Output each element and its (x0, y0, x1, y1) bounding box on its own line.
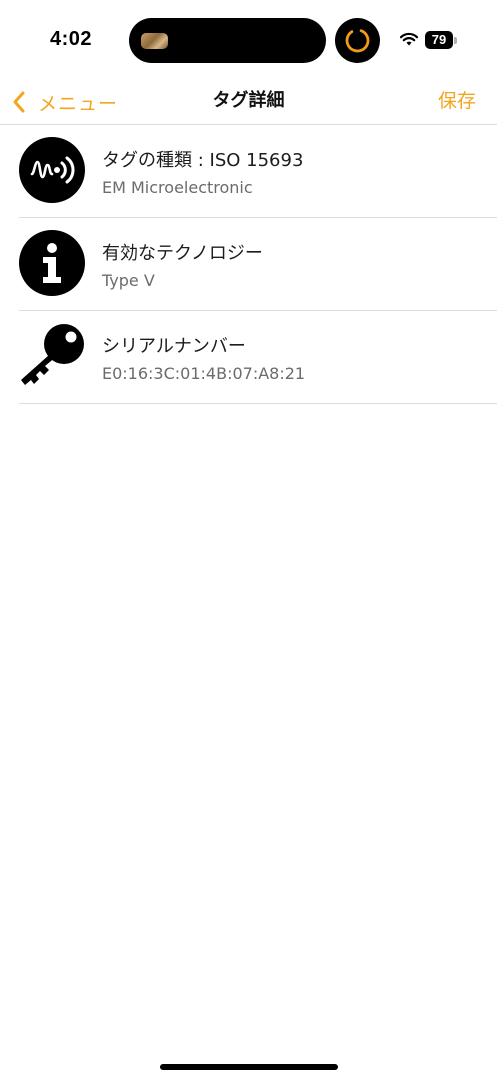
tag-type-value: EM Microelectronic (102, 178, 253, 197)
list-item-technology: 有効なテクノロジー Type V (19, 218, 497, 311)
tag-type-title: タグの種類 : ISO 15693 (102, 150, 304, 171)
status-bar: 4:02 79 (0, 0, 497, 80)
battery-cap (454, 37, 457, 44)
key-icon (21, 324, 84, 385)
navigation-bar: メニュー タグ詳細 保存 (0, 80, 497, 125)
list-item-serial-number: シリアルナンバー E0:16:3C:01:4B:07:A8:21 (19, 311, 497, 404)
nfc-signal-icon (19, 137, 85, 203)
page-title: タグ詳細 (212, 90, 285, 111)
save-button[interactable]: 保存 (438, 86, 476, 113)
technology-value: Type V (102, 271, 155, 290)
dynamic-island[interactable] (129, 18, 326, 63)
serial-number-title: シリアルナンバー (102, 336, 246, 357)
now-playing-artwork (141, 33, 168, 49)
battery-indicator: 79 (425, 31, 453, 49)
tag-detail-list: タグの種類 : ISO 15693 EM Microelectronic 有効な… (0, 125, 497, 404)
wifi-icon (399, 32, 419, 46)
clock: 4:02 (50, 28, 93, 50)
info-icon (19, 230, 85, 296)
home-indicator[interactable] (160, 1064, 338, 1070)
serial-number-value: E0:16:3C:01:4B:07:A8:21 (102, 364, 306, 383)
activity-ring-icon[interactable] (335, 18, 380, 63)
technology-title: 有効なテクノロジー (102, 243, 263, 264)
list-item-tag-type: タグの種類 : ISO 15693 EM Microelectronic (19, 125, 497, 218)
